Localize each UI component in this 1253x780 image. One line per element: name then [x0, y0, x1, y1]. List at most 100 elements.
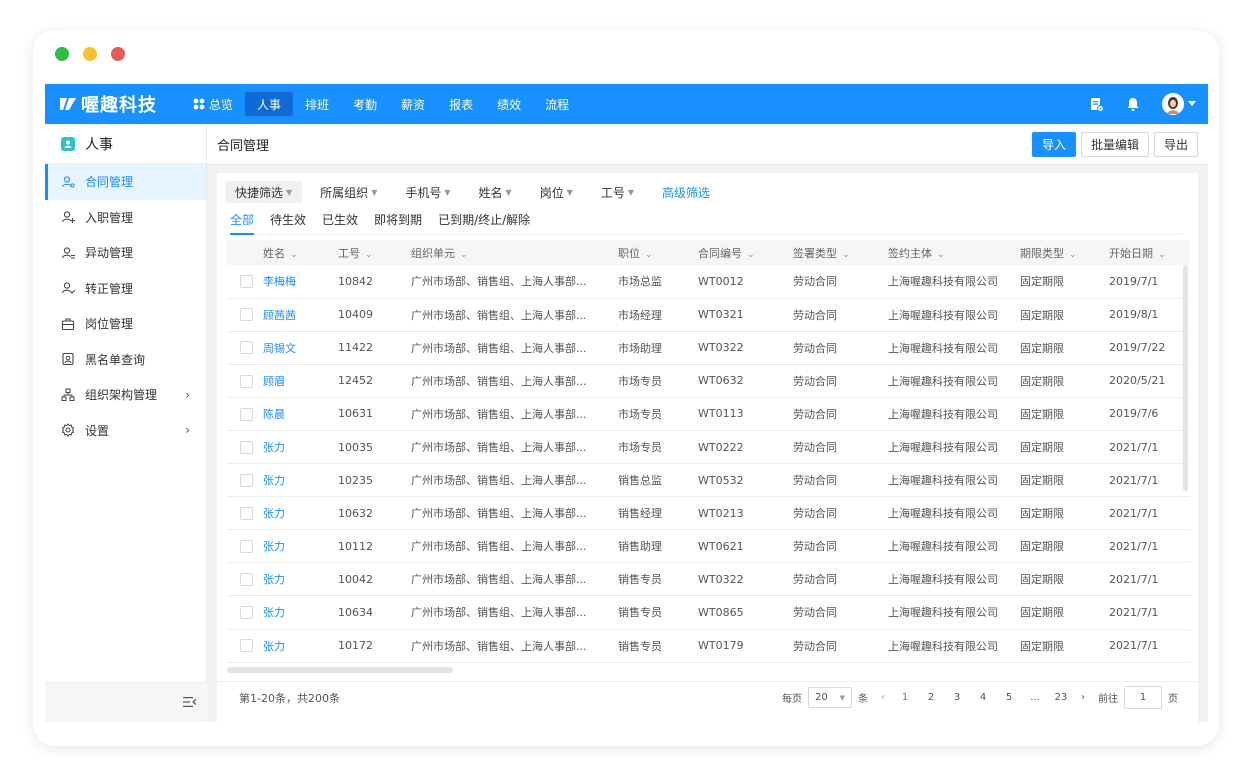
filter-2[interactable]: 手机号 ▼: [395, 181, 460, 203]
row-checkbox[interactable]: [240, 275, 253, 289]
next-page-button[interactable]: ›: [1074, 692, 1092, 703]
page-number-button[interactable]: 2: [918, 692, 944, 703]
vertical-scrollbar[interactable]: [1183, 265, 1188, 491]
table-row[interactable]: 张力 10042 广州市场部、销售组、上海人事部... 销售专员 WT0322 劳动合同 上…: [227, 563, 1190, 596]
bell-icon[interactable]: [1126, 97, 1140, 112]
sidebar-item-5[interactable]: 黑名单查询: [45, 342, 206, 378]
brand-logo[interactable]: 喔趣科技: [59, 92, 157, 116]
table-row[interactable]: 张力 10632 广州市场部、销售组、上海人事部... 销售经理 WT0213 劳动合同 上…: [227, 497, 1190, 530]
row-checkbox[interactable]: [240, 540, 253, 554]
row-checkbox[interactable]: [240, 639, 253, 653]
table-row[interactable]: 周锡文 11422 广州市场部、销售组、上海人事部... 市场助理 WT0322 劳动合同…: [227, 331, 1190, 365]
nav-item-4[interactable]: 薪资: [389, 92, 437, 116]
document-settings-icon[interactable]: [1090, 97, 1104, 112]
page-number-button[interactable]: 3: [944, 692, 970, 703]
employee-name-link[interactable]: 陈晨: [263, 397, 338, 430]
employee-name-link[interactable]: 张力: [263, 497, 338, 530]
import-button[interactable]: 导入: [1031, 132, 1076, 157]
prev-page-button[interactable]: ‹: [874, 692, 892, 703]
sidebar-item-3[interactable]: 转正管理: [45, 271, 206, 307]
table-row[interactable]: 顾眉 12452 广州市场部、销售组、上海人事部... 市场专员 WT0632 劳动合同 上…: [227, 364, 1190, 398]
status-tab-1[interactable]: 待生效: [270, 211, 306, 235]
column-header-7[interactable]: 期限类型 ⌄: [1020, 240, 1109, 265]
employee-name-link[interactable]: 张力: [263, 629, 338, 662]
nav-item-1[interactable]: 人事: [245, 92, 294, 116]
column-header-8[interactable]: 开始日期 ⌄: [1109, 240, 1190, 265]
filter-1[interactable]: 所属组织 ▼: [310, 181, 387, 203]
user-menu[interactable]: [1162, 93, 1196, 115]
employee-name-link[interactable]: 张力: [263, 563, 338, 596]
nav-item-5[interactable]: 报表: [437, 92, 485, 116]
horizontal-scrollbar[interactable]: [227, 667, 453, 673]
minimize-window-button[interactable]: [83, 47, 97, 61]
status-tab-2[interactable]: 已生效: [322, 211, 358, 235]
export-button[interactable]: 导出: [1153, 132, 1198, 157]
batch-edit-button[interactable]: 批量编辑: [1080, 132, 1149, 157]
table-row[interactable]: 陈晨 10631 广州市场部、销售组、上海人事部... 市场专员 WT0113 劳动合同 上…: [227, 397, 1190, 431]
status-tab-3[interactable]: 即将到期: [374, 211, 422, 235]
sidebar-item-0[interactable]: 合同管理: [45, 164, 206, 200]
column-header-0[interactable]: 姓名 ⌄: [263, 240, 338, 265]
table-cell: 上海喔趣科技有限公司: [888, 540, 998, 554]
filter-5[interactable]: 工号 ▼: [591, 181, 644, 203]
per-page-select[interactable]: 20 ▼: [808, 687, 852, 708]
filter-3[interactable]: 姓名 ▼: [469, 181, 522, 203]
employee-name-link[interactable]: 顾眉: [263, 364, 338, 397]
page-number-button[interactable]: 23: [1048, 692, 1074, 703]
column-header-2[interactable]: 组织单元 ⌄: [411, 240, 618, 265]
nav-item-0[interactable]: 总览: [181, 92, 245, 116]
row-checkbox[interactable]: [240, 374, 253, 388]
advanced-filter-link[interactable]: 高级筛选: [652, 181, 720, 203]
nav-item-2[interactable]: 排班: [293, 92, 341, 116]
table-row[interactable]: 张力 10172 广州市场部、销售组、上海人事部... 销售专员 WT0179 劳动合同 上…: [227, 629, 1190, 663]
employee-name-link[interactable]: 张力: [263, 596, 338, 629]
table-row[interactable]: 张力 10235 广州市场部、销售组、上海人事部... 销售总监 WT0532 劳动合同 上…: [227, 464, 1190, 497]
employee-name-link[interactable]: 张力: [263, 430, 338, 463]
nav-item-3[interactable]: 考勤: [341, 92, 389, 116]
table-row[interactable]: 张力 10112 广州市场部、销售组、上海人事部... 销售助理 WT0621 劳动合同 上…: [227, 530, 1190, 563]
row-select-cell: [227, 265, 263, 298]
row-checkbox[interactable]: [240, 407, 253, 421]
sidebar-item-6[interactable]: 组织架构管理 ›: [45, 377, 206, 413]
zoom-window-button[interactable]: [111, 47, 125, 61]
nav-item-6[interactable]: 绩效: [485, 92, 533, 116]
row-checkbox[interactable]: [240, 308, 253, 322]
employee-name-link[interactable]: 李梅梅: [263, 265, 338, 298]
column-header-5[interactable]: 签署类型 ⌄: [793, 240, 888, 265]
row-checkbox[interactable]: [240, 440, 253, 454]
nav-item-7[interactable]: 流程: [533, 92, 581, 116]
filter-4[interactable]: 岗位 ▼: [530, 181, 583, 203]
row-checkbox[interactable]: [240, 506, 253, 520]
employee-name-link[interactable]: 张力: [263, 464, 338, 497]
close-window-button[interactable]: [55, 47, 69, 61]
row-checkbox[interactable]: [240, 341, 253, 355]
filter-0[interactable]: 快捷筛选 ▼: [225, 181, 303, 203]
page-number-button[interactable]: 5: [996, 692, 1022, 703]
column-header-1[interactable]: 工号 ⌄: [338, 240, 411, 265]
employee-name-link[interactable]: 顾茜茜: [263, 298, 338, 331]
table-row[interactable]: 李梅梅 10842 广州市场部、销售组、上海人事部... 市场总监 WT0012 劳动合同…: [227, 265, 1190, 299]
row-checkbox[interactable]: [240, 573, 253, 587]
collapse-sidebar-icon[interactable]: [183, 696, 197, 708]
page-number-button[interactable]: 4: [970, 692, 996, 703]
sidebar-item-2[interactable]: 异动管理: [45, 235, 206, 271]
table-row[interactable]: 张力 10634 广州市场部、销售组、上海人事部... 销售专员 WT0865 劳动合同 上…: [227, 596, 1190, 630]
sidebar-item-7[interactable]: 设置 ›: [45, 413, 206, 449]
status-tab-0[interactable]: 全部: [230, 211, 255, 235]
page-title: 合同管理: [217, 138, 270, 154]
employee-name-link[interactable]: 周锡文: [263, 331, 338, 364]
main-nav: 总览 人事 排班 考勤 薪资 报表 绩效 流程: [181, 92, 581, 116]
column-header-3[interactable]: 职位 ⌄: [618, 240, 698, 265]
status-tab-4[interactable]: 已到期/终止/解除: [438, 211, 530, 235]
row-checkbox[interactable]: [240, 473, 253, 487]
column-header-4[interactable]: 合同编号 ⌄: [698, 240, 793, 265]
sidebar-item-4[interactable]: 岗位管理: [45, 306, 206, 342]
column-header-6[interactable]: 签约主体 ⌄: [888, 240, 1020, 265]
row-checkbox[interactable]: [240, 606, 253, 620]
employee-name-link[interactable]: 张力: [263, 530, 338, 563]
goto-page-input[interactable]: [1124, 686, 1162, 709]
page-number-button[interactable]: 1: [892, 692, 918, 703]
table-row[interactable]: 张力 10035 广州市场部、销售组、上海人事部... 市场专员 WT0222 劳动合同 上…: [227, 430, 1190, 464]
sidebar-item-1[interactable]: 入职管理: [45, 200, 206, 236]
table-row[interactable]: 顾茜茜 10409 广州市场部、销售组、上海人事部... 市场经理 WT0321 劳动合同…: [227, 298, 1190, 332]
